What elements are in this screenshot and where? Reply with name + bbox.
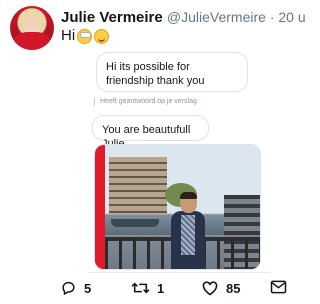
photo-red-bar — [95, 145, 105, 269]
attached-photo — [94, 144, 261, 270]
photo-person-shirt — [181, 215, 195, 255]
message-bubble: You are beautufull Julie — [92, 115, 209, 150]
avatar-dress — [14, 32, 50, 50]
separator: · — [265, 9, 279, 25]
retweet-count: 1 — [157, 280, 165, 296]
like-button[interactable]: 85 — [201, 280, 240, 296]
reply-note: Heeft geantwoord op je verslag — [94, 97, 197, 106]
retweet-button[interactable]: 1 — [131, 280, 164, 296]
tweet-text-content: Hi — [61, 27, 76, 44]
attached-screenshot[interactable]: Hi its possible for friendship thank you… — [88, 47, 271, 272]
reply-count: 5 — [84, 280, 92, 296]
photo-person-hair — [180, 192, 197, 199]
heart-icon — [201, 280, 219, 296]
display-name[interactable]: Julie Vermeire — [61, 9, 163, 26]
envelope-icon — [270, 280, 287, 294]
reply-icon — [60, 280, 77, 296]
tweet-actions: 5 1 85 — [60, 280, 295, 302]
photo-building — [109, 157, 167, 215]
like-count: 85 — [226, 280, 241, 296]
reply-button[interactable]: 5 — [60, 280, 91, 296]
user-handle[interactable]: @JulieVermeire — [167, 9, 266, 25]
tweet-header: Julie Vermeire @JulieVermeire · 20 u — [61, 8, 306, 27]
divider — [88, 272, 271, 273]
retweet-icon — [131, 280, 150, 296]
grimacing-face-emoji — [77, 28, 93, 44]
grinning-sweat-emoji — [94, 28, 110, 44]
timestamp[interactable]: 20 u — [278, 9, 305, 25]
tweet-text: Hi — [61, 27, 110, 45]
tweet[interactable]: Julie Vermeire @JulieVermeire · 20 u Hi … — [0, 0, 306, 304]
direct-message-button[interactable] — [270, 280, 287, 294]
avatar[interactable] — [10, 6, 54, 50]
avatar-face — [25, 15, 39, 31]
photo-boat — [111, 219, 159, 227]
message-bubble: Hi its possible for friendship thank you — [96, 52, 248, 92]
